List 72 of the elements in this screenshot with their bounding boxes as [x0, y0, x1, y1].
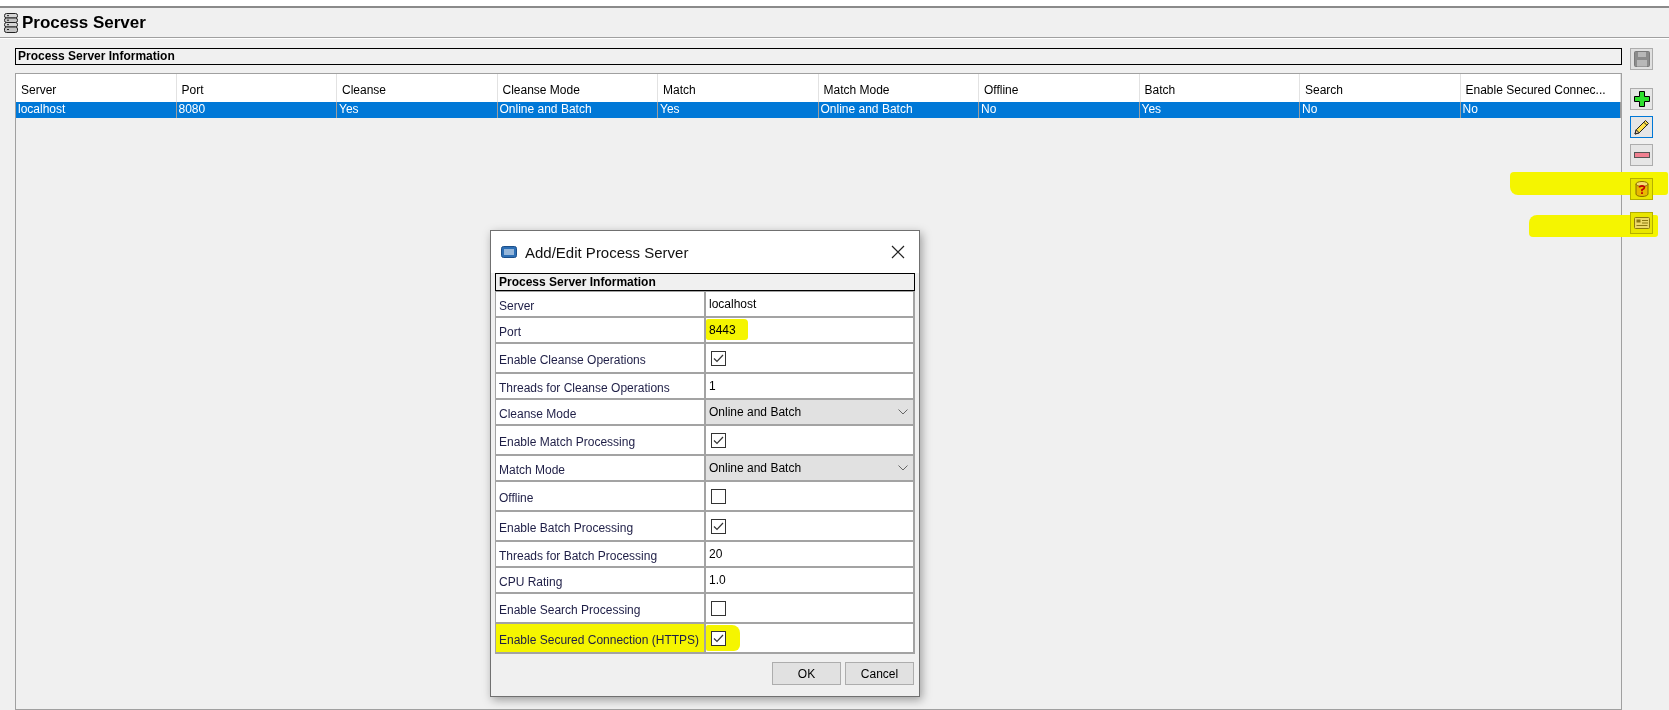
add-button[interactable] — [1630, 88, 1653, 110]
dropdown[interactable]: Online and Batch — [706, 400, 913, 424]
field-label: Match Mode — [496, 456, 704, 480]
column-header[interactable]: Port — [176, 74, 337, 102]
table-cell: No — [1300, 102, 1461, 118]
plus-icon — [1633, 91, 1650, 107]
field-label: Enable Batch Processing — [496, 512, 704, 540]
table-cell: Online and Batch — [497, 102, 658, 118]
text-field[interactable]: 1 — [706, 374, 913, 398]
card-icon — [1633, 217, 1650, 229]
text-field[interactable]: 20 — [706, 542, 913, 566]
table-cell: Yes — [337, 102, 498, 118]
text-field[interactable]: 8443 — [706, 318, 913, 342]
checkbox[interactable] — [711, 518, 726, 534]
field-label: CPU Rating — [496, 568, 704, 592]
help-button[interactable] — [1630, 178, 1653, 200]
field-label: Enable Match Processing — [496, 426, 704, 454]
section-header: Process Server Information — [15, 48, 1622, 65]
card-button[interactable] — [1630, 212, 1653, 234]
table-row[interactable]: localhost 8080 Yes Online and Batch Yes Online and Batch No Yes No No — [16, 102, 1621, 118]
table-cell: localhost — [16, 102, 177, 118]
text-field[interactable]: localhost — [706, 292, 913, 316]
column-header[interactable]: Search — [1300, 74, 1461, 102]
checkmark-icon — [713, 633, 724, 643]
column-header[interactable]: Match — [658, 74, 819, 102]
app-icon — [501, 246, 517, 258]
ok-button[interactable]: OK — [772, 662, 841, 685]
cancel-button[interactable]: Cancel — [845, 662, 914, 685]
column-header[interactable]: Server — [16, 74, 177, 102]
checkbox[interactable] — [711, 488, 726, 504]
field-label: Enable Secured Connection (HTTPS) — [496, 624, 704, 652]
column-header[interactable]: Enable Secured Connec... — [1460, 74, 1621, 102]
help-icon — [1634, 181, 1649, 197]
column-header[interactable]: Cleanse — [337, 74, 498, 102]
minus-icon — [1633, 152, 1650, 158]
column-header[interactable]: Batch — [1139, 74, 1300, 102]
table-cell: 8080 — [176, 102, 337, 118]
field-label: Cleanse Mode — [496, 400, 704, 424]
column-header[interactable]: Cleanse Mode — [497, 74, 658, 102]
column-header[interactable]: Match Mode — [818, 74, 979, 102]
close-button[interactable] — [891, 245, 905, 259]
section-header: Process Server Information — [495, 273, 915, 291]
checkbox[interactable] — [711, 600, 726, 616]
page-title: Process Server — [22, 12, 146, 33]
table-cell: Online and Batch — [818, 102, 979, 118]
server-stack-icon — [4, 12, 18, 33]
edit-button[interactable] — [1630, 116, 1653, 138]
checkmark-icon — [713, 353, 724, 363]
text-field[interactable]: 1.0 — [706, 568, 913, 592]
field-label: Port — [496, 318, 704, 342]
dialog-title: Add/Edit Process Server — [525, 243, 689, 261]
close-icon — [891, 245, 905, 259]
checkmark-icon — [713, 435, 724, 445]
field-label: Enable Cleanse Operations — [496, 344, 704, 372]
field-label: Threads for Cleanse Operations — [496, 374, 704, 398]
checkbox[interactable] — [711, 432, 726, 448]
field-label: Server — [496, 292, 704, 316]
dropdown[interactable]: Online and Batch — [706, 456, 913, 480]
field-label: Enable Search Processing — [496, 594, 704, 622]
chevron-down-icon — [898, 465, 908, 471]
table-cell: No — [979, 102, 1140, 118]
table-cell: Yes — [658, 102, 819, 118]
table-cell: No — [1460, 102, 1621, 118]
checkmark-icon — [713, 521, 724, 531]
table-cell: Yes — [1139, 102, 1300, 118]
checkbox[interactable] — [711, 350, 726, 366]
column-header[interactable]: Offline — [979, 74, 1140, 102]
field-label: Threads for Batch Processing — [496, 542, 704, 566]
chevron-down-icon — [898, 409, 908, 415]
field-label: Offline — [496, 482, 704, 510]
pencil-icon — [1633, 119, 1650, 135]
remove-button[interactable] — [1630, 144, 1653, 166]
